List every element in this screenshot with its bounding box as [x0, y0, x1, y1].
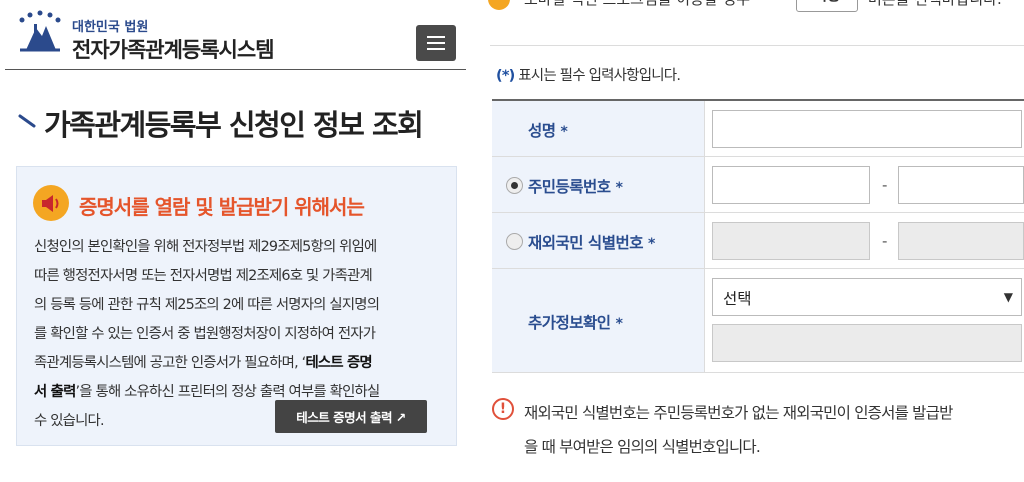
name-label: 성명 * [528, 122, 568, 140]
title-slash-icon [18, 114, 36, 128]
foreigner-id-back-input[interactable] [898, 222, 1024, 260]
extra-info-label: 추가정보확인 * [528, 314, 623, 332]
warning-icon [488, 0, 510, 10]
foreigner-id-radio[interactable] [506, 233, 523, 250]
extra-info-select[interactable]: 선택 ▼ [712, 278, 1022, 316]
form-row-name: 성명 * [492, 101, 1024, 157]
form-row-foreigner-id: 재외국민 식별번호 * - [492, 213, 1024, 269]
header-divider [5, 69, 466, 70]
rrn-label: 주민등록번호 * [528, 178, 623, 196]
form-row-rrn: 주민등록번호 * - [492, 157, 1024, 213]
page-title: 가족관계등록부 신청인 정보 조회 [44, 108, 424, 142]
test-certificate-print-button[interactable]: 테스트 증명서 출력 ↗ [275, 400, 427, 433]
alert-icon: ! [492, 398, 514, 420]
applicant-form: 성명 * 주민등록번호 * - 재외국민 식별번호 * - 추가정보확인 * 선… [492, 99, 1024, 373]
form-row-extra-info: 추가정보확인 * 선택 ▼ [492, 269, 1024, 373]
extra-info-input[interactable] [712, 324, 1022, 362]
court-emblem-icon [19, 10, 61, 52]
megaphone-icon [33, 185, 69, 221]
apply-button[interactable]: 적용 [796, 0, 858, 12]
right-panel: 모바일 백신 프로그램을 이용할 경우 적용 버튼을 선택바랍니다. (*) 표… [468, 0, 1024, 482]
left-panel: 대한민국 법원 전자가족관계등록시스템 가족관계등록부 신청인 정보 조회 증명… [0, 0, 468, 482]
foreigner-id-label: 재외국민 식별번호 * [528, 234, 655, 252]
menu-icon [427, 36, 445, 38]
org-name: 대한민국 법원 [72, 20, 149, 35]
rrn-radio[interactable] [506, 177, 523, 194]
foreigner-id-front-input[interactable] [712, 222, 870, 260]
name-input[interactable] [712, 110, 1022, 148]
foreigner-id-info: 재외국민 식별번호는 주민등록번호가 없는 재외국민이 인증서를 발급받 을 때… [524, 404, 953, 456]
site-logo[interactable]: 대한민국 법원 전자가족관계등록시스템 [14, 8, 275, 63]
rrn-front-input[interactable] [712, 166, 870, 204]
certificate-notice-box: 증명서를 열람 및 발급받기 위해서는 신청인의 본인확인을 위해 전자정부법 … [16, 166, 457, 446]
notice-title: 증명서를 열람 및 발급받기 위해서는 [79, 195, 365, 219]
rrn-back-input[interactable] [898, 166, 1024, 204]
section-divider [490, 45, 1024, 46]
dropdown-arrow-icon: ▼ [1003, 290, 1013, 304]
system-name: 전자가족관계등록시스템 [72, 38, 275, 62]
hamburger-menu-button[interactable] [416, 25, 456, 61]
antivirus-notice: 모바일 백신 프로그램을 이용할 경우 적용 버튼을 선택바랍니다. [488, 0, 1024, 12]
required-fields-note: (*) 표시는 필수 입력사항입니다. [496, 68, 681, 84]
